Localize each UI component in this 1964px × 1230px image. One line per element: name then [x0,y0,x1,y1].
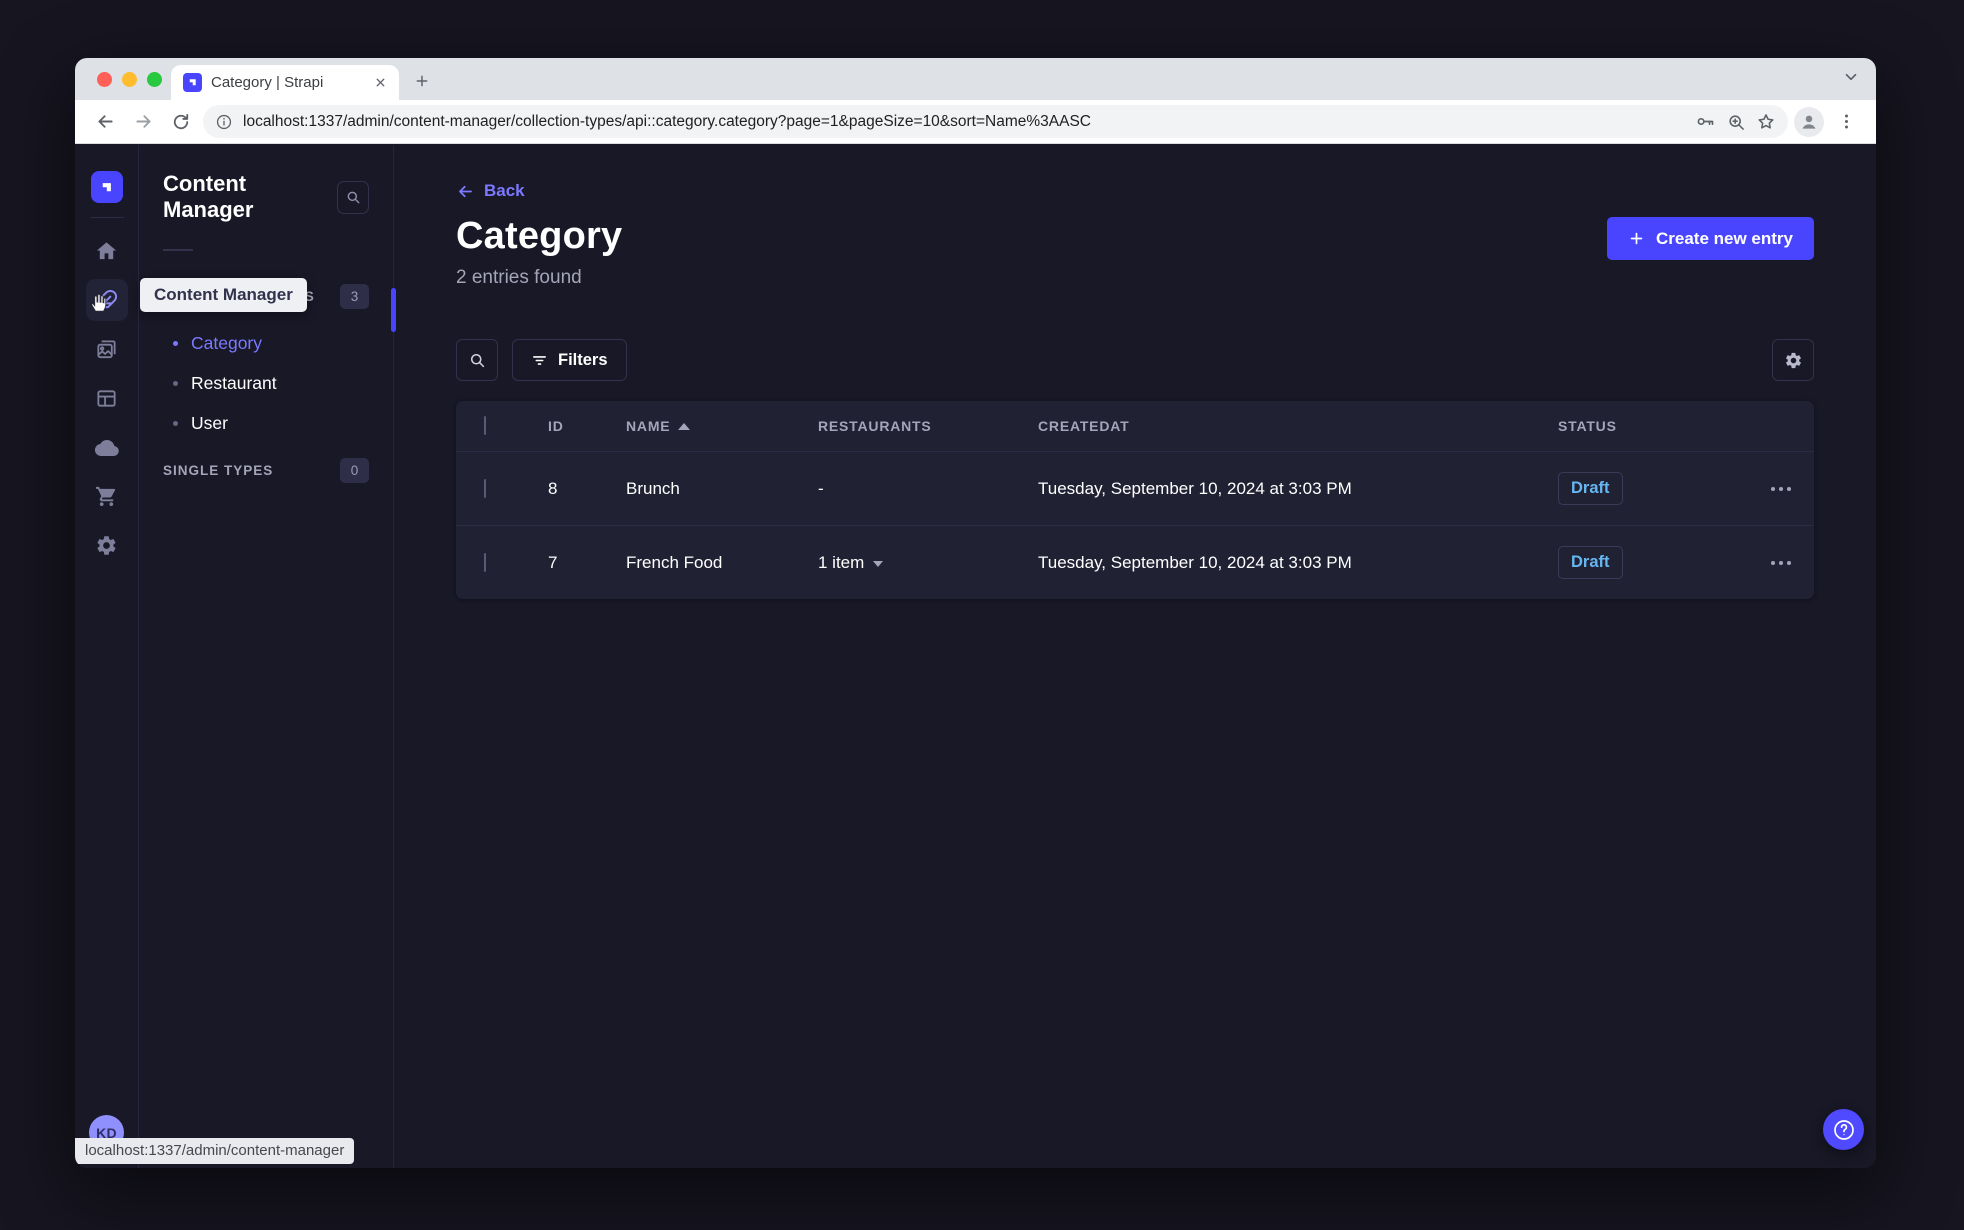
reload-icon[interactable] [165,106,197,138]
zoom-page-icon[interactable] [1726,112,1746,132]
single-types-count-badge: 0 [340,457,369,483]
forward-nav-icon[interactable] [127,106,159,138]
table-row[interactable]: 7 French Food 1 item Tuesday, September … [456,525,1814,599]
search-button[interactable] [456,339,498,381]
bullet-icon [173,420,178,426]
browser-profile-avatar[interactable] [1794,106,1824,137]
row-actions-button[interactable] [1736,560,1814,565]
tab-close-icon[interactable] [371,74,389,92]
arrow-left-icon [459,185,472,197]
back-nav-icon[interactable] [89,106,121,138]
column-header-name[interactable]: NAME [604,418,796,434]
cell-id: 7 [548,552,558,572]
cell-id: 8 [548,478,558,498]
nav-home-icon[interactable] [86,230,128,272]
nav-cloud-icon[interactable] [86,426,128,468]
search-icon [470,353,485,368]
column-header-createdat[interactable]: CREATEDAT [1016,418,1536,434]
subnav-title: Content Manager [163,171,254,222]
browser-tab-strip: Category | Strapi [75,58,1876,100]
row-actions-button[interactable] [1736,486,1814,491]
entries-table: ID NAME RESTAURANTS CREATEDAT STATUS 8 B… [456,401,1814,599]
subnav-item-restaurant[interactable]: Restaurant [163,363,369,403]
password-key-icon[interactable] [1695,111,1716,132]
plus-icon [1630,232,1643,245]
browser-menu-icon[interactable] [1830,106,1862,138]
column-header-restaurants[interactable]: RESTAURANTS [796,418,1016,434]
window-controls [97,72,162,87]
bullet-icon [173,340,178,346]
status-badge: Draft [1558,546,1623,579]
main-nav-rail: KD [75,145,139,1168]
browser-window: Category | Strapi localhost:1337/admin/c… [75,58,1876,1168]
main-content: Back Category 2 entries found Create new… [394,145,1876,1168]
create-new-entry-button[interactable]: Create new entry [1607,217,1814,260]
list-toolbar: Filters [456,339,1814,381]
rail-divider [89,217,124,218]
cell-createdat: Tuesday, September 10, 2024 at 3:03 PM [1038,478,1352,498]
cell-name: Brunch [626,478,680,498]
site-info-icon[interactable] [215,113,233,131]
tab-search-chevron-icon[interactable] [1842,68,1860,86]
cell-createdat: Tuesday, September 10, 2024 at 3:03 PM [1038,552,1352,572]
subnav-divider [163,249,193,251]
question-circle-icon [1833,1119,1854,1140]
zoom-window-button[interactable] [147,72,162,87]
nav-content-type-builder-icon[interactable] [86,377,128,419]
url-input[interactable]: localhost:1337/admin/content-manager/col… [203,105,1788,138]
nav-marketplace-icon[interactable] [86,475,128,517]
view-settings-button[interactable] [1772,339,1814,381]
entries-count: 2 entries found [456,267,582,288]
strapi-admin-app: KD Content Manager COLLECTION TYPES 3 Ca… [75,145,1876,1168]
bullet-icon [173,380,178,386]
close-window-button[interactable] [97,72,112,87]
column-header-status[interactable]: STATUS [1536,418,1736,434]
chevron-down-icon [873,560,884,567]
back-link[interactable]: Back [456,181,1814,201]
cursor-hand-icon [87,291,109,313]
select-all-checkbox[interactable] [484,416,486,435]
cell-restaurants[interactable]: 1 item [796,553,1016,573]
single-types-label: SINGLE TYPES [163,462,274,478]
cell-name: French Food [626,552,723,572]
cell-restaurants: - [818,478,824,498]
page-title: Category [456,215,623,257]
gear-icon [1785,352,1801,368]
browser-address-bar: localhost:1337/admin/content-manager/col… [75,100,1876,144]
table-header-row: ID NAME RESTAURANTS CREATEDAT STATUS [456,401,1814,451]
column-header-id[interactable]: ID [526,418,604,434]
filter-icon [533,355,546,365]
strapi-logo[interactable] [90,171,123,203]
content-manager-tooltip: Content Manager [140,278,307,312]
help-button[interactable] [1823,1109,1864,1150]
strapi-favicon-icon [183,73,202,92]
filters-button[interactable]: Filters [512,339,627,381]
subnav-search-button[interactable] [336,180,369,214]
subnav-item-user[interactable]: User [163,403,369,443]
single-types-section: SINGLE TYPES 0 [163,457,369,483]
link-status-bar: localhost:1337/admin/content-manager [75,1138,355,1164]
url-text: localhost:1337/admin/content-manager/col… [243,112,1091,130]
status-badge: Draft [1558,472,1623,505]
row-checkbox[interactable] [484,478,486,498]
browser-tab[interactable]: Category | Strapi [171,65,399,100]
sort-ascending-icon [678,422,691,430]
row-checkbox[interactable] [484,552,486,572]
minimize-window-button[interactable] [122,72,137,87]
tab-title: Category | Strapi [211,74,324,91]
subnav-item-category[interactable]: Category [163,323,369,363]
new-tab-button[interactable] [407,66,437,96]
nav-settings-icon[interactable] [86,524,128,566]
table-row[interactable]: 8 Brunch - Tuesday, September 10, 2024 a… [456,451,1814,525]
bookmark-star-icon[interactable] [1756,112,1776,132]
nav-media-library-icon[interactable] [86,328,128,370]
collection-types-count-badge: 3 [340,283,369,309]
